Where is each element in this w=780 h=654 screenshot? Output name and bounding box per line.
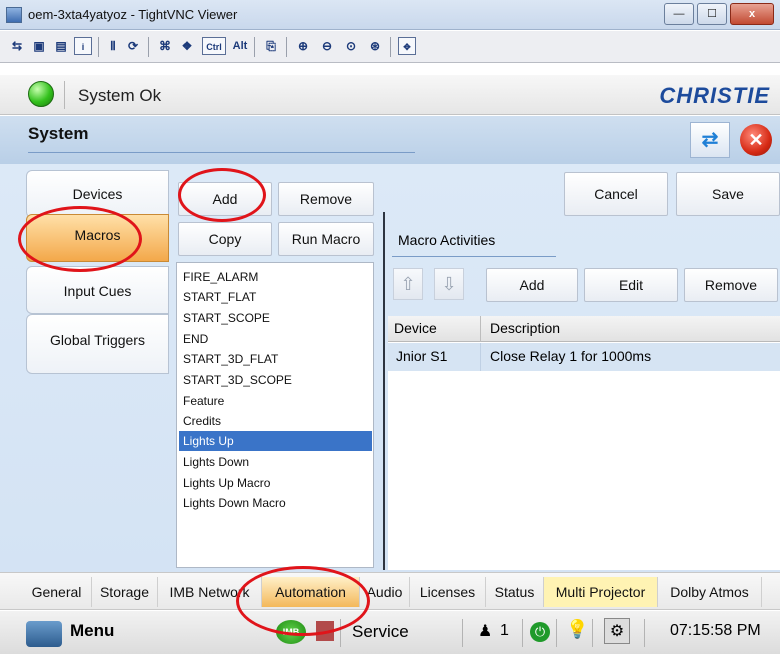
ctrl-alt-del-icon[interactable]: ⌘: [156, 37, 174, 55]
window-title: oem-3xta4yatyoz - TightVNC Viewer: [28, 7, 238, 22]
bottom-tabs: General Storage IMB Network Automation A…: [0, 572, 780, 610]
run-macro-button[interactable]: Run Macro: [278, 222, 374, 256]
info-icon[interactable]: i: [74, 37, 92, 55]
tab-global-triggers[interactable]: Global Triggers: [26, 314, 169, 374]
table-row[interactable]: Jnior S1 Close Relay 1 for 1000ms: [388, 343, 780, 371]
tab-imb-network[interactable]: IMB Network: [158, 577, 262, 607]
page-header: System ⇄ ✕: [0, 116, 780, 164]
column-header-description[interactable]: Description: [490, 320, 560, 336]
system-status-bar: System Ok CHRISTIE: [0, 75, 780, 115]
edit-activity-button[interactable]: Edit: [584, 268, 678, 302]
add-macro-button[interactable]: Add: [178, 182, 272, 216]
macro-activities-underline: [392, 256, 556, 257]
tab-multi-projector[interactable]: Multi Projector: [544, 577, 658, 607]
projector-icon: [26, 621, 62, 647]
column-header-device[interactable]: Device: [394, 320, 437, 336]
list-item[interactable]: Lights Down: [183, 452, 249, 472]
list-item[interactable]: START_3D_FLAT: [183, 349, 278, 369]
list-item[interactable]: START_FLAT: [183, 287, 256, 307]
status-text: System Ok: [78, 86, 162, 105]
move-down-icon[interactable]: ⇩: [434, 268, 464, 300]
win-key-icon[interactable]: ❖: [178, 37, 196, 55]
refresh-icon[interactable]: ⇄: [690, 122, 730, 158]
add-activity-button[interactable]: Add: [486, 268, 578, 302]
list-item[interactable]: Feature: [183, 391, 224, 411]
service-icon: [316, 621, 334, 641]
status-ok-icon: [28, 81, 54, 107]
footer-bar: Menu IMB Service ♟ 1 ⏻ 💡 ⚙ 07:15:58 PM: [0, 611, 780, 654]
clipboard-icon[interactable]: ⎘: [262, 37, 280, 55]
table-header: Device Description: [388, 316, 780, 342]
options-icon[interactable]: ▤: [52, 37, 70, 55]
row-description: Close Relay 1 for 1000ms: [490, 348, 652, 364]
clock: 07:15:58 PM: [670, 622, 761, 639]
tab-automation[interactable]: Automation: [262, 577, 360, 607]
macro-list[interactable]: FIRE_ALARM START_FLAT START_SCOPE END ST…: [176, 262, 374, 568]
list-item[interactable]: START_SCOPE: [183, 308, 270, 328]
user-icon: ♟: [478, 623, 493, 640]
page-title: System: [28, 124, 89, 143]
list-item[interactable]: FIRE_ALARM: [183, 267, 258, 287]
tab-licenses[interactable]: Licenses: [410, 577, 486, 607]
minimize-button[interactable]: —: [664, 3, 694, 25]
save-button[interactable]: Save: [676, 172, 780, 216]
list-item[interactable]: Credits: [183, 411, 221, 431]
zoom-100-icon[interactable]: ⊙: [342, 37, 360, 55]
row-device: Jnior S1: [396, 348, 448, 364]
list-item-selected[interactable]: Lights Up: [179, 431, 372, 451]
copy-macro-button[interactable]: Copy: [178, 222, 272, 256]
service-button[interactable]: Service: [352, 622, 409, 642]
alt-key-button[interactable]: Alt: [230, 37, 250, 55]
pause-icon[interactable]: Ⅱ: [104, 37, 122, 55]
list-item[interactable]: Lights Up Macro: [183, 473, 270, 493]
tab-audio[interactable]: Audio: [360, 577, 410, 607]
fullscreen-icon[interactable]: ✥: [398, 37, 416, 55]
tab-general[interactable]: General: [22, 577, 92, 607]
close-window-button[interactable]: x: [730, 3, 774, 25]
tab-devices[interactable]: Devices: [26, 170, 169, 218]
activities-table: Device Description Jnior S1 Close Relay …: [388, 316, 780, 570]
remove-activity-button[interactable]: Remove: [684, 268, 778, 302]
ctrl-key-button[interactable]: Ctrl: [202, 37, 226, 55]
zoom-fit-icon[interactable]: ⊛: [366, 37, 384, 55]
power-icon[interactable]: ⏻: [530, 622, 550, 642]
save-icon[interactable]: ▣: [30, 37, 48, 55]
menu-button[interactable]: Menu: [70, 621, 114, 641]
tightvnc-app-icon: [6, 7, 22, 23]
window-titlebar: oem-3xta4yatyoz - TightVNC Viewer — ☐ x: [0, 0, 780, 30]
macro-activities-title: Macro Activities: [398, 232, 496, 248]
lamp-icon[interactable]: 💡: [566, 619, 588, 640]
tab-dolby-atmos[interactable]: Dolby Atmos: [658, 577, 762, 607]
move-up-icon[interactable]: ⇧: [393, 268, 423, 300]
film-icon[interactable]: ⚙: [604, 618, 630, 644]
list-item[interactable]: END: [183, 329, 208, 349]
refresh-screen-icon[interactable]: ⟳: [124, 37, 142, 55]
tab-status[interactable]: Status: [486, 577, 544, 607]
imb-status-icon[interactable]: IMB: [276, 620, 306, 644]
list-item[interactable]: Lights Down Macro: [183, 493, 286, 513]
tab-macros[interactable]: Macros: [26, 214, 169, 262]
user-count: 1: [500, 622, 509, 639]
zoom-out-icon[interactable]: ⊖: [318, 37, 336, 55]
new-connection-icon[interactable]: ⇆: [8, 37, 26, 55]
close-icon[interactable]: ✕: [740, 124, 772, 156]
zoom-in-icon[interactable]: ⊕: [294, 37, 312, 55]
vnc-toolbar: ⇆ ▣ ▤ i Ⅱ ⟳ ⌘ ❖ Ctrl Alt ⎘ ⊕ ⊖ ⊙ ⊛ ✥: [0, 31, 780, 63]
maximize-button[interactable]: ☐: [697, 3, 727, 25]
tab-input-cues[interactable]: Input Cues: [26, 266, 169, 314]
christie-logo: CHRISTIE: [659, 83, 770, 108]
list-item[interactable]: START_3D_SCOPE: [183, 370, 292, 390]
tab-storage[interactable]: Storage: [92, 577, 158, 607]
cancel-button[interactable]: Cancel: [564, 172, 668, 216]
panel-divider: [383, 212, 385, 570]
remove-macro-button[interactable]: Remove: [278, 182, 374, 216]
